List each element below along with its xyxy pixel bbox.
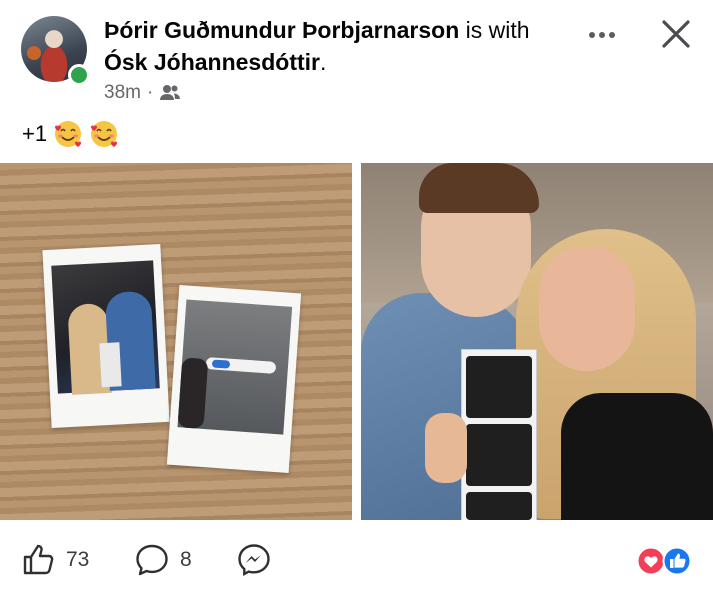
post-text-content: +1	[22, 121, 48, 146]
like-count: 73	[66, 548, 90, 571]
more-options-button[interactable]	[582, 22, 622, 48]
post-time[interactable]: 38m	[104, 82, 141, 104]
period: .	[319, 49, 327, 75]
with-word: with	[488, 17, 530, 43]
online-status-indicator	[68, 64, 90, 86]
post-text: +1	[22, 117, 119, 151]
with-prefix: is	[465, 17, 483, 43]
ultrasound-print-shape	[99, 342, 122, 388]
messenger-icon	[238, 544, 270, 577]
polaroid-test	[166, 284, 302, 474]
polaroid-test-image	[177, 299, 293, 435]
comment-count: 8	[180, 548, 192, 571]
like-icon	[23, 544, 54, 575]
tagged-person[interactable]: Ósk Jóhannesdóttir	[104, 49, 320, 75]
reaction-summary[interactable]	[636, 546, 696, 576]
dot-icon	[599, 32, 605, 38]
post-header: Þórir Guðmundur Þorbjarnarson is with Ós…	[0, 0, 713, 115]
close-icon[interactable]	[654, 14, 698, 58]
man-hair-shape	[419, 163, 539, 213]
comment-icon	[136, 544, 168, 576]
pregnancy-test-shape	[205, 357, 277, 374]
smiling-face-with-hearts-icon	[91, 121, 118, 147]
hand-shape	[177, 357, 209, 429]
ultrasound-strip-shape	[461, 349, 537, 520]
hand-shape	[425, 413, 467, 483]
friends-icon[interactable]	[159, 84, 181, 102]
author-name[interactable]: Þórir Guðmundur Þorbjarnarson	[104, 17, 459, 43]
polaroid-couple-image	[51, 260, 160, 395]
meta-separator: ·	[146, 82, 154, 103]
dot-icon	[589, 32, 595, 38]
woman-face-shape	[539, 247, 635, 371]
post-meta: 38m ·	[104, 82, 181, 104]
comment-button[interactable]: 8	[134, 542, 192, 578]
share-messenger-button[interactable]	[236, 542, 272, 578]
basketball-shape	[27, 46, 41, 60]
dot-icon	[609, 32, 615, 38]
smiling-face-with-hearts-icon	[55, 121, 82, 147]
post-photo-couple[interactable]	[361, 163, 713, 520]
post-photo-polaroids[interactable]	[0, 163, 352, 520]
author-line: Þórir Guðmundur Þorbjarnarson is with Ós…	[104, 14, 544, 78]
engagement-bar: 73 8	[0, 528, 713, 594]
polaroid-couple	[42, 244, 170, 428]
woman-top-shape	[561, 393, 713, 520]
like-reaction-icon	[662, 546, 692, 576]
like-button[interactable]: 73	[20, 542, 89, 578]
